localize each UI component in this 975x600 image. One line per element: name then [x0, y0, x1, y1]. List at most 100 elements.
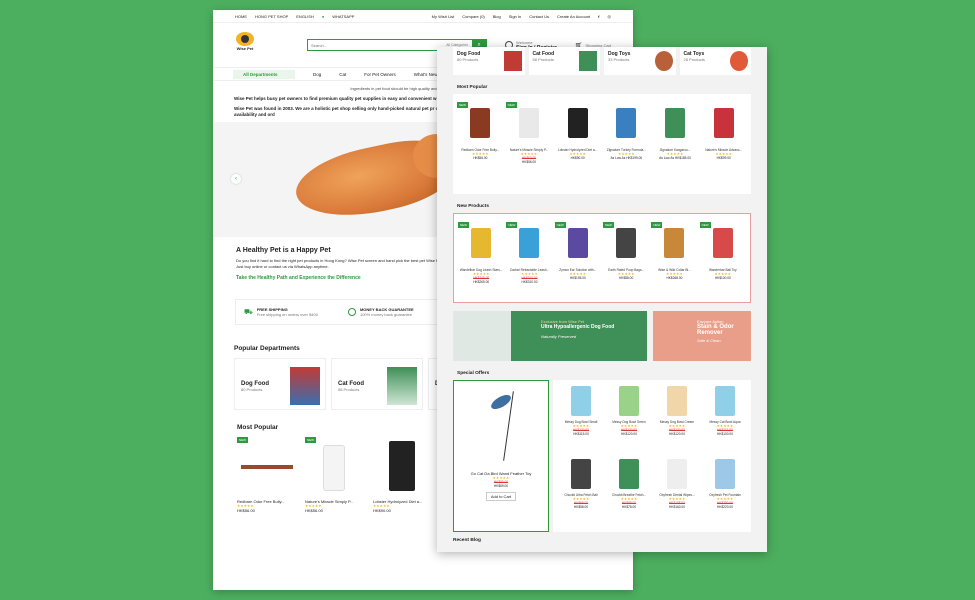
top-link-shop[interactable]: HONG PET SHOP: [255, 14, 288, 19]
product-card[interactable]: Oxyfresh Pet Fountain ★★★★★ HK$250.00 HK$22…: [702, 459, 748, 526]
promo-banners: Exclusive from Wise Pet Ultra Hypoallerg…: [453, 311, 751, 361]
new-products-panel: NEW Wandelbar Dog Leash Stars... ★★★★★ HK$2…: [453, 213, 751, 303]
search-input[interactable]: [308, 40, 443, 50]
instagram-icon[interactable]: ◎: [608, 14, 612, 19]
new-products-title: New Products: [457, 204, 489, 209]
product-price: HK$160.00: [669, 505, 685, 509]
blog-link[interactable]: Blog: [493, 14, 501, 19]
promo-banner-dog-food[interactable]: Exclusive from Wise Pet Ultra Hypoallerg…: [453, 311, 648, 361]
product-image: [654, 51, 673, 71]
front-page: Dog Food 80 Products Cat Food 58 Products …: [437, 47, 767, 552]
product-card[interactable]: Messy Dog Bowl Cream ★★★★★ HK$130.00 HK$120…: [654, 386, 700, 453]
product-card[interactable]: Chuckit Breathe Fetch... ★★★★★ HK$88.00 HK$…: [606, 459, 652, 526]
product-price: HK$120.00: [621, 432, 637, 436]
product-card[interactable]: NEW Zoofari Retractable Leash... ★★★★★ HK$3…: [506, 222, 552, 284]
product-image: [606, 386, 652, 416]
all-departments-button[interactable]: All Departments: [233, 69, 295, 79]
compare-link[interactable]: Compare (0): [462, 14, 484, 19]
product-image: NEW: [457, 102, 504, 144]
top-link-whatsapp[interactable]: WHATSAPP: [332, 14, 354, 19]
product-card[interactable]: NEW Zymox Ear Solution with... ★★★★★ HK$195…: [554, 222, 601, 284]
product-card[interactable]: Messy Cat Bowl Aqua ★★★★★ HK$115.00 HK$100.…: [702, 386, 748, 453]
facebook-icon[interactable]: f: [598, 14, 599, 19]
logo[interactable]: Wise Pet: [233, 32, 257, 58]
product-price: HK$220.00: [717, 505, 733, 509]
nav-item-pet-owners[interactable]: For Pet Owners: [364, 72, 396, 77]
new-products-row: NEW Wandelbar Dog Leash Stars... ★★★★★ HK$2…: [454, 214, 750, 290]
wishlist-link[interactable]: My Wish List: [432, 14, 455, 19]
product-image: [454, 381, 548, 471]
nav-item-whats-new[interactable]: What's New: [414, 72, 438, 77]
banner-sub: Safe & Clean: [697, 338, 721, 343]
add-to-cart-button[interactable]: Add to Cart: [486, 492, 516, 501]
product-image: NEW: [506, 222, 552, 264]
product-price: As Low As HK$199.00: [610, 156, 643, 160]
product-card[interactable]: NEW Wise & Wild Collar Bl... ★★★★★ HK$268.0…: [651, 222, 697, 284]
product-card[interactable]: Nature's Miracle Advanc... ★★★★★ HK$99.00: [700, 102, 747, 164]
product-card[interactable]: Lobster Hydrolyzed Diet a... ★★★★★ HK$90…: [373, 437, 433, 513]
banner-title: Ultra Hypoallergenic Dog Food: [541, 324, 615, 330]
nav-item-cat[interactable]: Cat: [339, 72, 346, 77]
top-link-home[interactable]: HOME: [235, 14, 247, 19]
special-offers-grid: Messy Dog Bowl Small ★★★★★ HK$130.00 HK$115…: [553, 380, 751, 532]
product-card[interactable]: Messy Dog Bowl Small ★★★★★ HK$130.00 HK$115…: [558, 386, 604, 453]
product-image: NEW: [699, 222, 746, 264]
money-icon: [347, 308, 356, 317]
top-bar: HOME HONG PET SHOP ENGLISH ● WHATSAPP My…: [213, 10, 633, 23]
most-popular-row: NEW Redbarn Odor Free Bully... ★★★★★ HK$56.…: [453, 94, 751, 170]
product-image: [700, 102, 747, 144]
product-card[interactable]: Chuckit Ultra Fetch Ball ★★★★★ HK$68.00 HK$…: [558, 459, 604, 526]
signin-link[interactable]: Sign In: [509, 14, 521, 19]
new-badge: NEW: [554, 222, 566, 228]
department-card[interactable]: Cat Food 58 Products: [331, 358, 423, 411]
product-price: HK$90.00: [373, 508, 391, 514]
new-badge: NEW: [505, 102, 517, 108]
new-badge: NEW: [457, 102, 468, 108]
product-card[interactable]: Oxyfresh Dental Wipes... ★★★★★ HK$188.00 HK…: [654, 459, 700, 526]
product-price: HK$100.00: [714, 276, 731, 280]
create-account-link[interactable]: Create An Account: [557, 14, 590, 19]
product-image: [730, 51, 748, 71]
product-image: NEW: [651, 222, 697, 264]
department-card[interactable]: Dog Food 80 Products: [234, 358, 326, 411]
product-card[interactable]: Lobster Hydrolyzed Diet a... ★★★★★ HK$90.0…: [554, 102, 601, 164]
product-image: NEW: [458, 222, 504, 264]
new-badge: NEW: [506, 222, 518, 228]
language-select[interactable]: ENGLISH: [296, 14, 314, 19]
product-image: [654, 459, 700, 489]
product-price: HK$56.00: [305, 508, 323, 514]
product-card[interactable]: NEW Earth Rated Poop Bags... ★★★★★ HK$58.00: [602, 222, 649, 284]
category-card[interactable]: Dog Toys 33 Products: [604, 47, 676, 75]
product-price: HK$56.00: [473, 156, 488, 160]
product-card[interactable]: NEW Redbarn Odor Free Bully... ★★★★★ HK$56.…: [457, 102, 504, 164]
product-card[interactable]: Zignature Turkey Formula... ★★★★★ As Low A…: [603, 102, 650, 164]
category-card[interactable]: Cat Toys 28 Products: [679, 47, 751, 75]
new-badge: NEW: [651, 222, 663, 228]
featured-offer-card[interactable]: Go Cat Da Bird Wand Feather Toy ★★★★★ HK…: [453, 380, 549, 532]
special-offers: Go Cat Da Bird Wand Feather Toy ★★★★★ HK…: [453, 380, 751, 532]
product-card[interactable]: NEW Nature's Miracle Simply P... ★★★★★ HK$6…: [505, 102, 553, 164]
nav-item-dog[interactable]: Dog: [313, 72, 321, 77]
category-card[interactable]: Cat Food 58 Products: [528, 47, 600, 75]
slider-prev-icon[interactable]: ‹: [231, 174, 241, 185]
promo-banner-stain-remover[interactable]: Enzyme Action Stain & Odor Remover Safe …: [653, 311, 751, 361]
product-card[interactable]: NEW Nature's Miracle Simply P... ★★★★★ H…: [305, 437, 365, 513]
product-image: [290, 367, 320, 406]
product-image: [652, 102, 699, 144]
product-image: NEW: [505, 102, 553, 144]
product-card[interactable]: Zignature Kangaroo... ★★★★★ As Low As HK$1…: [652, 102, 699, 164]
product-card[interactable]: NEW Wanderbar Ball Toy ★★★★★ HK$100.00: [699, 222, 746, 284]
whatsapp-icon[interactable]: ●: [322, 14, 324, 19]
feature-free-shipping: ⛟ FREE SHIPPING Free shipping on orders o…: [244, 307, 318, 317]
product-image: NEW: [305, 437, 365, 495]
product-card[interactable]: Messy Dog Bowl Green ★★★★★ HK$130.00 HK$120…: [606, 386, 652, 453]
product-card[interactable]: NEW Redbarn Odor Free Bully... ★★★★★ HK$…: [237, 437, 297, 513]
feature-sub: Free shipping on orders over $400: [256, 312, 318, 318]
new-badge: NEW: [458, 222, 469, 228]
product-image: [603, 102, 650, 144]
contact-link[interactable]: Contact Us: [529, 14, 549, 19]
product-price: HK$265.00: [473, 280, 490, 284]
category-card[interactable]: Dog Food 80 Products: [453, 47, 525, 75]
product-card[interactable]: NEW Wandelbar Dog Leash Stars... ★★★★★ HK$2…: [458, 222, 504, 284]
product-image: [702, 459, 748, 489]
